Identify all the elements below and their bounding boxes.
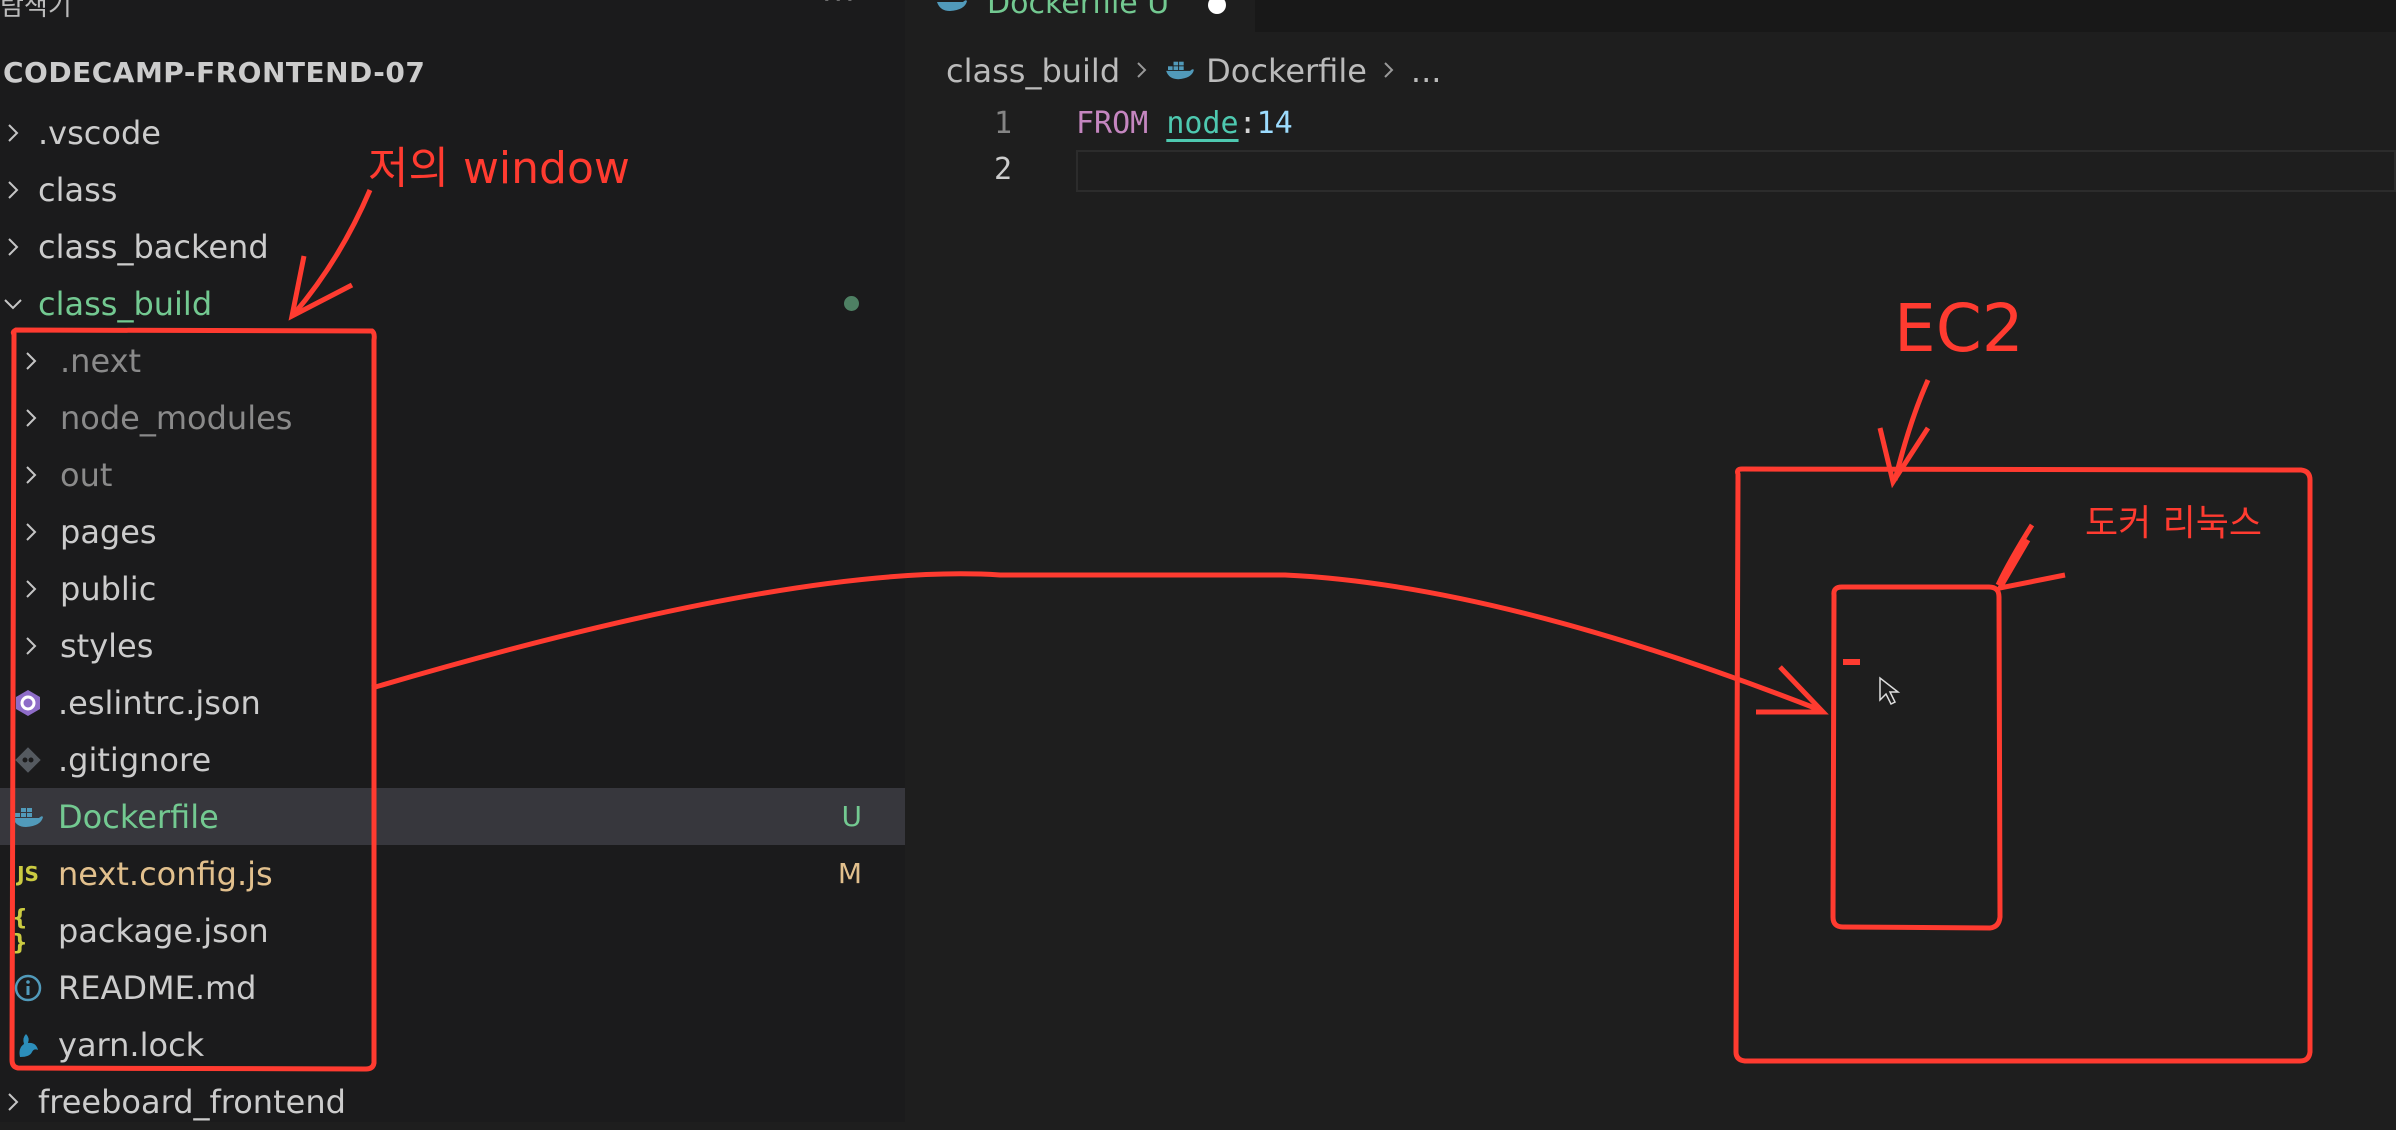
modified-dot-badge bbox=[844, 296, 859, 311]
tab-label: Dockerfile U bbox=[987, 0, 1170, 21]
chevron-right-icon bbox=[1134, 55, 1150, 88]
breadcrumb-folder[interactable]: class_build bbox=[946, 52, 1120, 90]
chevron-right-icon bbox=[2, 1091, 24, 1113]
file-tree: .vscode class class_backend class_build … bbox=[0, 104, 905, 1130]
annotation-box-docker bbox=[1830, 584, 2003, 931]
eslint-icon bbox=[12, 687, 44, 719]
tree-file-readme[interactable]: README.md bbox=[0, 959, 905, 1016]
docker-icon bbox=[1164, 52, 1196, 90]
docker-icon bbox=[935, 0, 969, 18]
line-number: 1 bbox=[993, 106, 1012, 141]
tree-file-yarn-lock[interactable]: yarn.lock bbox=[0, 1016, 905, 1073]
tree-file-eslintrc[interactable]: .eslintrc.json bbox=[0, 674, 905, 731]
tree-item-label: .vscode bbox=[38, 113, 161, 152]
code-image-name: node bbox=[1166, 106, 1239, 141]
tree-item-label: public bbox=[60, 569, 157, 608]
annotation-box-ec2 bbox=[1733, 466, 2313, 1064]
annotation-label-window: 저의 window bbox=[368, 143, 630, 194]
tree-folder-node-modules[interactable]: node_modules bbox=[0, 389, 905, 446]
chevron-right-icon bbox=[20, 407, 42, 429]
tree-item-label: styles bbox=[60, 626, 154, 665]
tree-folder-styles[interactable]: styles bbox=[0, 617, 905, 674]
breadcrumb-symbols[interactable]: ... bbox=[1411, 52, 1442, 90]
tree-item-label: out bbox=[60, 455, 113, 494]
annotation-arrow-ec2 bbox=[1892, 378, 1931, 481]
chevron-right-icon bbox=[20, 464, 42, 486]
yarn-icon bbox=[12, 1029, 44, 1061]
tree-file-dockerfile[interactable]: Dockerfile U bbox=[0, 788, 905, 845]
untracked-badge: U bbox=[841, 800, 863, 833]
annotation-arrowhead-to-docker bbox=[1756, 665, 1829, 715]
javascript-icon: JS bbox=[17, 861, 39, 886]
tab-dockerfile[interactable]: Dockerfile U bbox=[905, 0, 1255, 32]
code-separator: : bbox=[1238, 106, 1257, 141]
tree-folder-class-build[interactable]: class_build bbox=[0, 275, 905, 332]
tree-file-package-json[interactable]: { } package.json bbox=[0, 902, 905, 959]
line-number: 2 bbox=[993, 152, 1012, 187]
tree-item-label: yarn.lock bbox=[58, 1025, 205, 1064]
tree-folder-public[interactable]: public bbox=[0, 560, 905, 617]
annotation-label-ec2: EC2 bbox=[1894, 290, 2024, 367]
tree-item-label: .gitignore bbox=[58, 740, 212, 779]
annotation-label-docker-linux: 도커 리눅스 bbox=[2085, 503, 2263, 544]
chevron-right-icon bbox=[20, 521, 42, 543]
tree-item-label: node_modules bbox=[60, 398, 293, 437]
chevron-right-icon bbox=[2, 236, 24, 258]
tree-item-label: next.config.js bbox=[58, 854, 273, 893]
tree-folder-pages[interactable]: pages bbox=[0, 503, 905, 560]
annotation-arrowhead-ec2 bbox=[1877, 426, 1931, 489]
unsaved-dot-icon[interactable] bbox=[1208, 0, 1226, 14]
tree-item-label: freeboard_frontend bbox=[38, 1082, 346, 1121]
explorer-title: 탐색기 bbox=[0, 0, 72, 22]
tree-item-label: README.md bbox=[58, 968, 257, 1007]
tree-folder-class-backend[interactable]: class_backend bbox=[0, 218, 905, 275]
code-keyword: FROM bbox=[1076, 106, 1149, 141]
chevron-down-icon bbox=[2, 293, 24, 315]
chevron-right-icon bbox=[2, 179, 24, 201]
tree-folder-next[interactable]: .next bbox=[0, 332, 905, 389]
code-line-1[interactable]: FROM node:14 bbox=[1076, 106, 1293, 141]
workspace-header[interactable]: CODECAMP-FRONTEND-07 bbox=[3, 56, 425, 89]
current-line-highlight bbox=[1076, 150, 2396, 192]
tree-item-label: .next bbox=[60, 341, 142, 380]
code-image-tag: 14 bbox=[1256, 106, 1293, 141]
mouse-cursor-icon bbox=[1879, 676, 1901, 706]
tree-item-label: class_backend bbox=[38, 227, 269, 266]
info-icon bbox=[12, 972, 44, 1004]
chevron-right-icon bbox=[2, 122, 24, 144]
tree-item-label: class bbox=[38, 170, 118, 209]
tree-folder-freeboard-frontend[interactable]: freeboard_frontend bbox=[0, 1073, 905, 1130]
tree-file-gitignore[interactable]: .gitignore bbox=[0, 731, 905, 788]
annotation-arrow-docker bbox=[1995, 523, 2035, 587]
git-icon bbox=[12, 744, 44, 776]
tree-file-next-config[interactable]: JS next.config.js M bbox=[0, 845, 905, 902]
tree-item-label: .eslintrc.json bbox=[58, 683, 261, 722]
more-actions-button[interactable]: ··· bbox=[822, 0, 857, 17]
annotation-arrowhead-docker bbox=[1995, 538, 2066, 592]
chevron-right-icon bbox=[1381, 55, 1397, 88]
modified-badge: M bbox=[837, 857, 862, 890]
editor-tab-bar: Dockerfile U bbox=[905, 0, 2396, 32]
breadcrumb: class_build Dockerfile ... bbox=[946, 52, 1441, 90]
chevron-right-icon bbox=[20, 578, 42, 600]
breadcrumb-file[interactable]: Dockerfile bbox=[1206, 52, 1367, 90]
chevron-right-icon bbox=[20, 350, 42, 372]
docker-icon bbox=[12, 801, 44, 833]
json-icon: { } bbox=[12, 905, 28, 956]
tree-item-label: package.json bbox=[58, 911, 269, 950]
tree-folder-out[interactable]: out bbox=[0, 446, 905, 503]
chevron-right-icon bbox=[20, 635, 42, 657]
tree-item-label: class_build bbox=[38, 284, 213, 323]
tree-item-label: Dockerfile bbox=[58, 797, 219, 836]
tree-item-label: pages bbox=[60, 512, 157, 551]
